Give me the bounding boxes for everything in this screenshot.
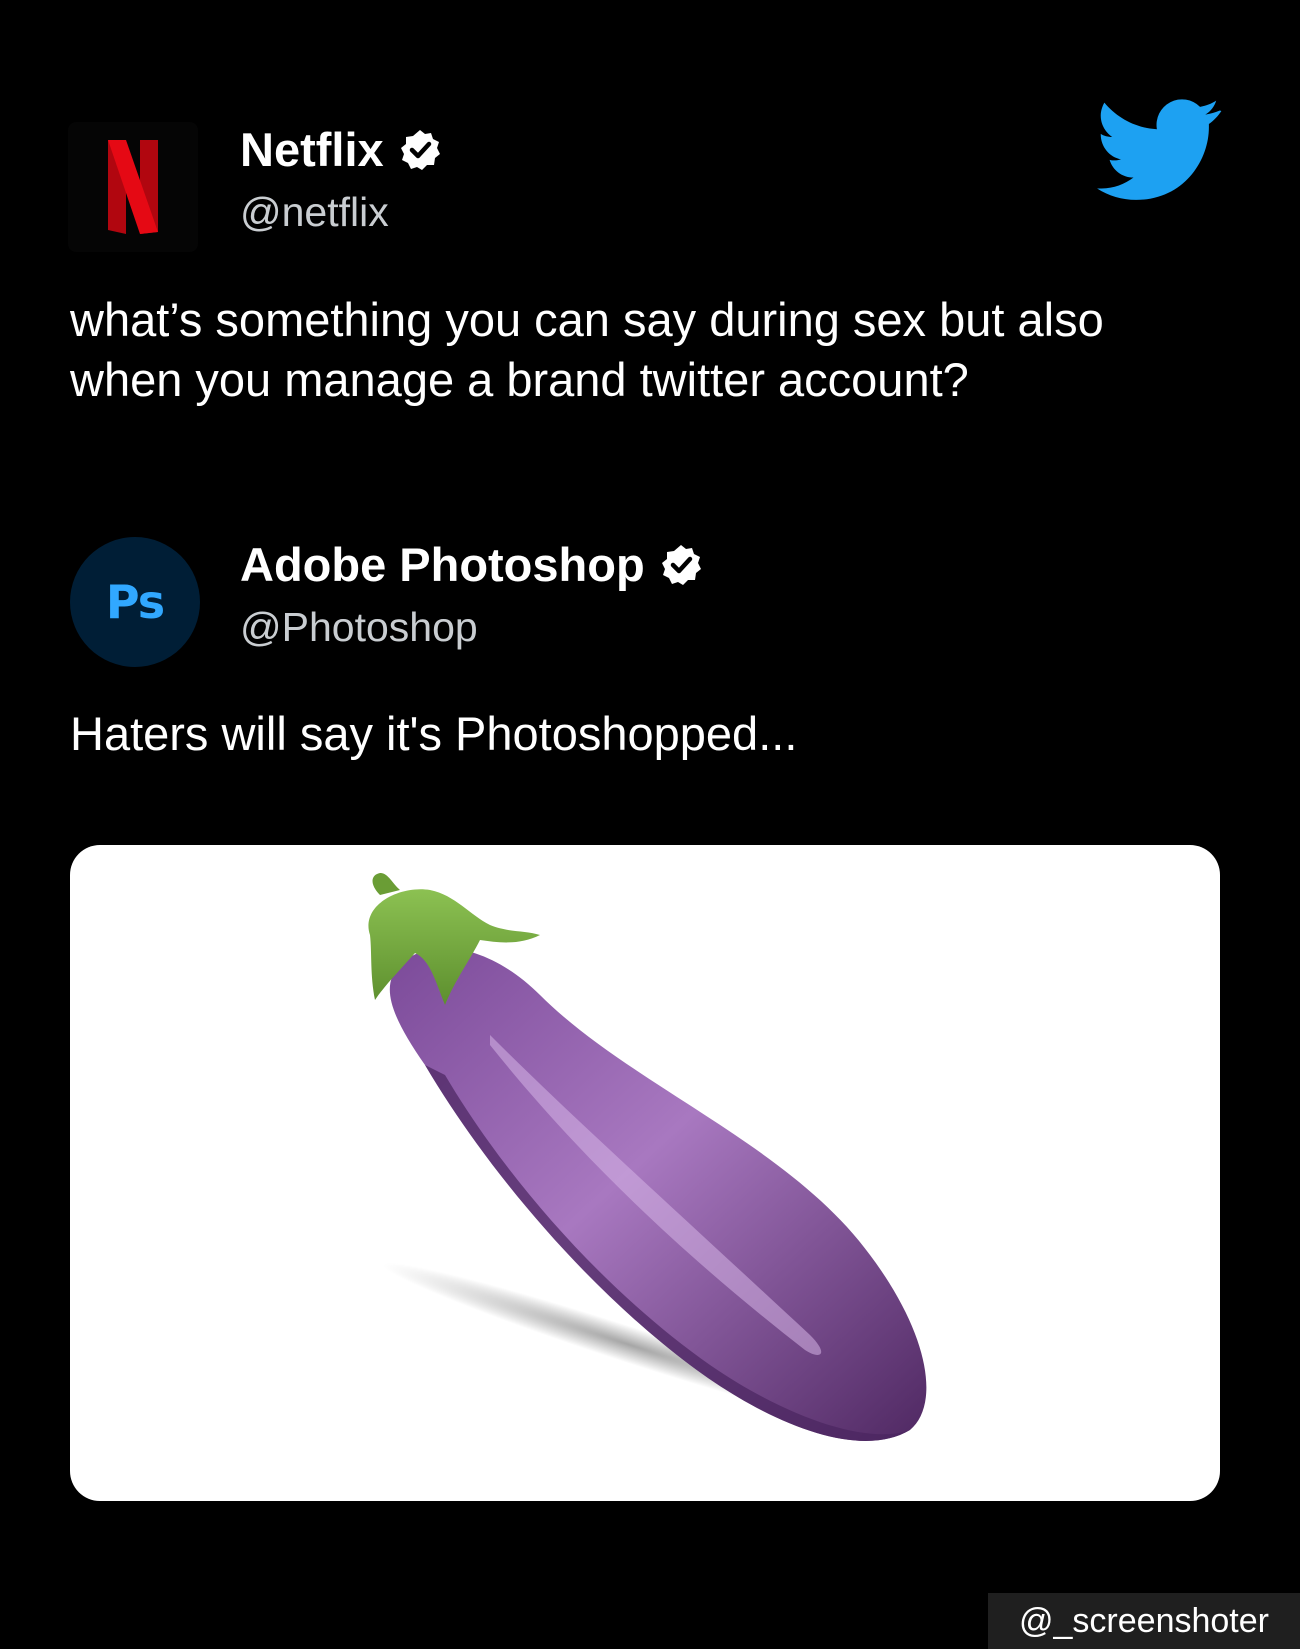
photoshop-avatar[interactable]: Ps <box>70 537 200 667</box>
tweet1-text-line2: when you manage a brand twitter account? <box>70 353 969 406</box>
photoshop-logo-icon: Ps <box>105 575 165 629</box>
tweet2-handle[interactable]: @Photoshop <box>240 602 478 652</box>
tweet2-display-name-row: Adobe Photoshop <box>240 537 703 593</box>
tweet1-text: what’s something you can say during sex … <box>70 290 1104 410</box>
tweet2-media-image[interactable] <box>70 845 1220 1501</box>
tweet2-text: Haters will say it's Photoshopped... <box>70 707 798 760</box>
watermark: @_screenshoter <box>988 1593 1300 1649</box>
twitter-bird-icon <box>1097 98 1222 202</box>
tweet2-display-name[interactable]: Adobe Photoshop <box>240 537 645 593</box>
netflix-logo-icon <box>108 140 158 234</box>
netflix-avatar[interactable] <box>68 122 198 252</box>
tweet1-display-name-row: Netflix <box>240 122 442 178</box>
eggplant-icon <box>368 873 927 1441</box>
tweet1-display-name[interactable]: Netflix <box>240 122 384 178</box>
tweet1-handle[interactable]: @netflix <box>240 187 389 237</box>
verified-badge-icon <box>398 128 442 172</box>
tweet1-text-line1: what’s something you can say during sex … <box>70 293 1104 346</box>
verified-badge-icon <box>659 543 703 587</box>
